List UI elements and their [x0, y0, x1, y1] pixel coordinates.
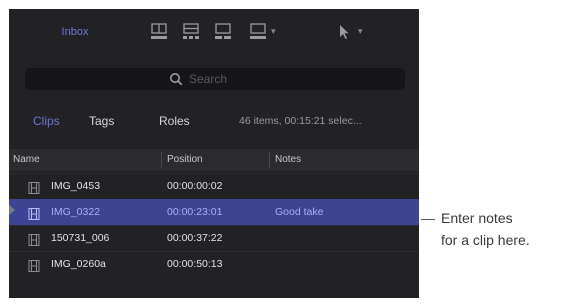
- chevron-down-icon[interactable]: ▾: [358, 26, 363, 37]
- tab-clips[interactable]: Clips: [33, 109, 60, 133]
- column-header: Name Position Notes: [9, 149, 419, 171]
- film-strip-icon: [28, 207, 40, 220]
- clip-name: IMG_0322: [51, 206, 101, 218]
- toolbar: Inbox ▾ ▾: [9, 9, 419, 55]
- clip-position: 00:00:23:01: [167, 206, 223, 218]
- clip-notes[interactable]: Good take: [275, 200, 323, 225]
- chevron-down-icon[interactable]: ▾: [271, 26, 276, 37]
- tab-roles[interactable]: Roles: [159, 109, 190, 133]
- table-row[interactable]: IMG_0453 00:00:00:02: [9, 173, 419, 199]
- clip-position: 00:00:37:22: [167, 232, 223, 244]
- clip-name: IMG_0453: [51, 180, 101, 192]
- table-row[interactable]: 150731_006 00:00:37:22: [9, 225, 419, 251]
- callout-leader-line: [421, 219, 435, 220]
- column-name[interactable]: Name: [9, 149, 159, 171]
- clip-list: IMG_0453 00:00:00:02 IMG_0322 00:00:23:0…: [9, 173, 419, 277]
- column-position[interactable]: Position: [163, 149, 267, 171]
- callout-annotation: Enter notes for a clip here.: [441, 207, 530, 251]
- callout-line-2: for a clip here.: [441, 232, 530, 248]
- callout-line-1: Enter notes: [441, 210, 513, 226]
- film-strip-icon: [28, 233, 40, 246]
- column-divider[interactable]: [269, 152, 270, 168]
- clip-skimming-icon[interactable]: [148, 21, 170, 43]
- clip-name: IMG_0260a: [51, 258, 106, 270]
- clip-layout-icon[interactable]: [180, 21, 202, 43]
- tab-tags[interactable]: Tags: [89, 109, 114, 133]
- playhead-indicator-icon: [9, 204, 15, 216]
- clip-position: 00:00:50:13: [167, 258, 223, 270]
- table-row[interactable]: IMG_0260a 00:00:50:13: [9, 251, 419, 277]
- timeline-index-panel: Inbox ▾ ▾ Clips Tags Roles 46 items, 00:…: [9, 9, 419, 298]
- column-notes[interactable]: Notes: [271, 149, 411, 171]
- inbox-button-label: Inbox: [61, 26, 89, 38]
- search-field[interactable]: [25, 68, 405, 90]
- search-icon: [169, 72, 183, 86]
- film-strip-icon: [28, 259, 40, 272]
- search-input[interactable]: [189, 70, 389, 88]
- clip-name: 150731_006: [51, 232, 110, 244]
- inbox-button[interactable]: Inbox: [39, 21, 111, 43]
- tool-pointer-icon[interactable]: [332, 21, 354, 43]
- clip-view-icon[interactable]: [247, 21, 269, 43]
- film-strip-icon: [28, 181, 40, 194]
- clip-filter-icon[interactable]: [212, 21, 234, 43]
- index-tabs: Clips Tags Roles 46 items, 00:15:21 sele…: [9, 109, 419, 133]
- table-row[interactable]: IMG_0322 00:00:23:01 Good take: [9, 199, 419, 225]
- status-text: 46 items, 00:15:21 selec...: [239, 115, 362, 127]
- column-divider[interactable]: [161, 152, 162, 168]
- clip-position: 00:00:00:02: [167, 180, 223, 192]
